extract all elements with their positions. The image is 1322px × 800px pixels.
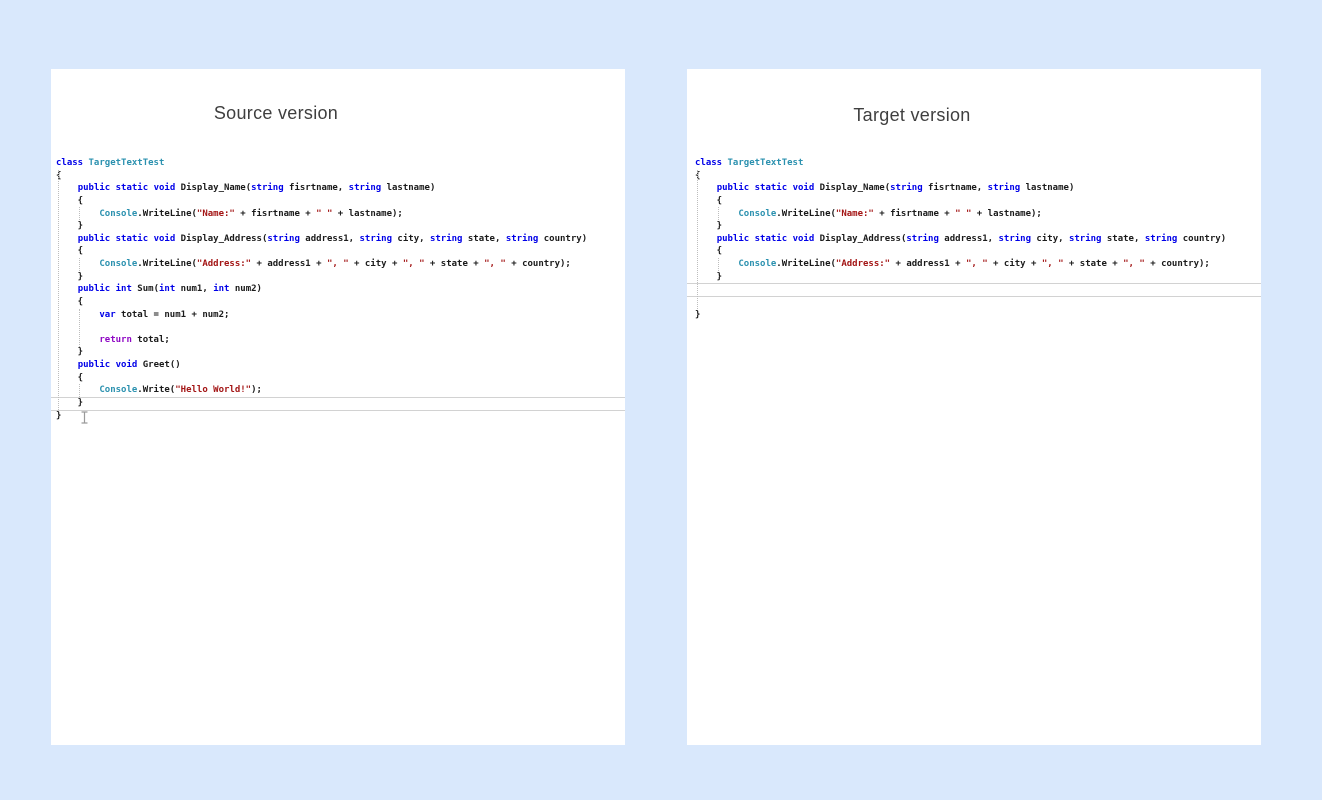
code-line: class TargetTextTest [695, 157, 1261, 170]
code-line: Console.WriteLine("Name:" + fisrtname + … [56, 208, 625, 221]
code-line: } [56, 397, 625, 410]
code-line: public static void Display_Address(strin… [695, 233, 1261, 246]
code-line [695, 283, 1261, 296]
code-line: } [56, 346, 625, 359]
code-line: return total; [56, 334, 625, 347]
code-line: public static void Display_Name(string f… [695, 182, 1261, 195]
source-panel-title: Source version [51, 103, 501, 124]
indent-guide [58, 170, 59, 410]
code-line: var total = num1 + num2; [56, 309, 625, 322]
code-line [56, 321, 625, 334]
code-line: { [56, 372, 625, 385]
code-line: { [56, 170, 625, 183]
code-line: Console.WriteLine("Name:" + fisrtname + … [695, 208, 1261, 221]
code-line: } [695, 271, 1261, 284]
code-line: } [695, 220, 1261, 233]
indent-guide [718, 258, 719, 271]
code-line: { [695, 170, 1261, 183]
code-line: Console.WriteLine("Address:" + address1 … [695, 258, 1261, 271]
indent-guide [697, 170, 698, 309]
source-code-editor[interactable]: class TargetTextTest{ public static void… [51, 157, 625, 422]
code-line: Console.Write("Hello World!"); [56, 384, 625, 397]
code-line: { [56, 245, 625, 258]
code-line: } [56, 220, 625, 233]
code-line: { [695, 195, 1261, 208]
compare-screen: { "app": { "background_color": "#d9e8fc"… [0, 0, 1322, 800]
code-line: public static void Display_Name(string f… [56, 182, 625, 195]
code-line: { [56, 195, 625, 208]
indent-guide [79, 384, 80, 397]
target-version-panel: Target version class TargetTextTest{ pub… [687, 69, 1261, 745]
code-line: public int Sum(int num1, int num2) [56, 283, 625, 296]
code-line: { [695, 245, 1261, 258]
target-panel-title: Target version [687, 105, 1137, 126]
target-code-editor[interactable]: class TargetTextTest{ public static void… [687, 157, 1261, 321]
code-line: Console.WriteLine("Address:" + address1 … [56, 258, 625, 271]
code-line: class TargetTextTest [56, 157, 625, 170]
indent-guide [79, 207, 80, 220]
source-version-panel: Source version class TargetTextTest{ pub… [51, 69, 625, 745]
code-line [695, 296, 1261, 309]
code-line: public static void Display_Address(strin… [56, 233, 625, 246]
ibeam-cursor-icon [80, 411, 89, 429]
indent-guide [79, 309, 80, 347]
code-line: } [56, 410, 625, 423]
code-line: } [56, 271, 625, 284]
indent-guide [718, 207, 719, 220]
code-line: } [695, 309, 1261, 322]
code-line: { [56, 296, 625, 309]
indent-guide [79, 258, 80, 271]
code-line: public void Greet() [56, 359, 625, 372]
